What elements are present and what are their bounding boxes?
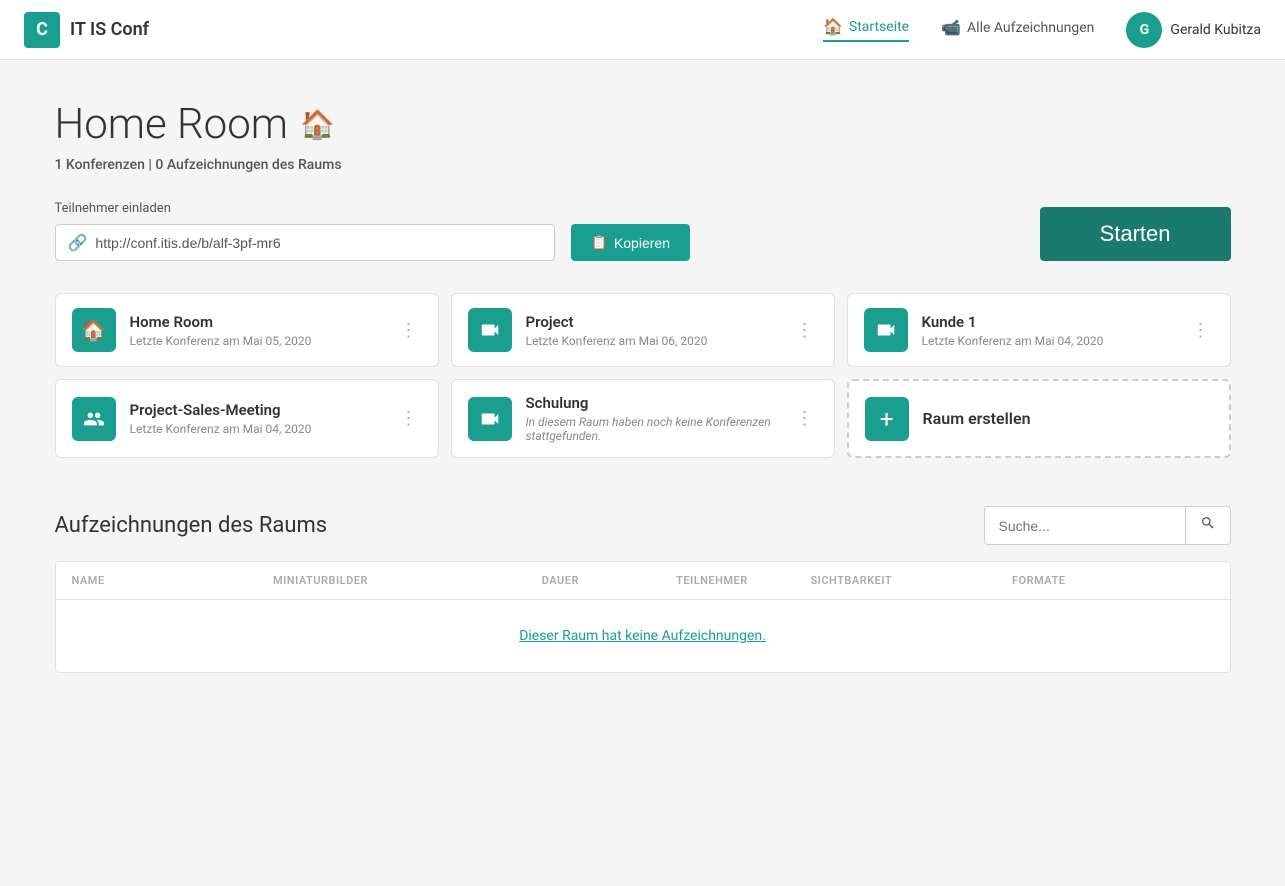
room-menu-project[interactable]: ⋮ [792,316,818,345]
page-subtitle: 1 Konferenzen | 0 Aufzeichnungen des Rau… [55,157,1231,173]
copy-icon: 📋 [591,234,608,251]
room-icon-sales [72,397,116,441]
copy-button[interactable]: 📋 Kopieren [571,224,690,261]
room-info-kunde1: Kunde 1 Letzte Konferenz am Mai 04, 2020 [922,313,1174,348]
room-menu-kunde1[interactable]: ⋮ [1188,316,1214,345]
table-header: NAME MINIATURBILDER DAUER TEILNEHMER SIC… [56,562,1230,600]
room-date-kunde1: Letzte Konferenz am Mai 04, 2020 [922,334,1174,348]
col-visibility: SICHTBARKEIT [810,574,1012,587]
navbar: C IT IS Conf 🏠 Startseite 📹 Alle Aufzeic… [0,0,1285,60]
room-info-home: Home Room Letzte Konferenz am Mai 05, 20… [130,313,382,348]
rooms-grid: 🏠 Home Room Letzte Konferenz am Mai 05, … [55,293,1231,458]
room-menu-schulung[interactable]: ⋮ [792,404,818,433]
room-icon-kunde1 [864,308,908,352]
main-content: Home Room 🏠 1 Konferenzen | 0 Aufzeichnu… [23,60,1263,705]
link-icon: 🔗 [68,233,88,252]
room-menu-sales[interactable]: ⋮ [396,404,422,433]
room-name-schulung: Schulung [526,394,778,412]
room-card-project[interactable]: Project Letzte Konferenz am Mai 06, 2020… [451,293,835,367]
brand[interactable]: C IT IS Conf [24,12,149,48]
invite-section: Teilnehmer einladen 🔗 📋 Kopieren Starten [55,201,1231,261]
nav-aufzeichnungen-label: Alle Aufzeichnungen [967,20,1094,36]
brand-name: IT IS Conf [70,19,149,40]
room-icon-project [468,308,512,352]
copy-label: Kopieren [614,235,670,251]
room-card-schulung[interactable]: Schulung In diesem Raum haben noch keine… [451,379,835,458]
col-name: NAME [72,574,274,587]
page-title-row: Home Room 🏠 [55,100,1231,149]
create-room-label: Raum erstellen [923,409,1031,428]
video-nav-icon: 📹 [941,18,961,37]
invite-url-input[interactable] [95,235,541,251]
col-thumbnails: MINIATURBILDER [273,574,542,587]
recordings-title: Aufzeichnungen des Raums [55,513,328,538]
page-header: Home Room 🏠 1 Konferenzen | 0 Aufzeichnu… [55,100,1231,173]
search-button[interactable] [1185,507,1230,544]
col-formats: FORMATE [1012,574,1214,587]
search-wrap [984,506,1231,545]
room-icon-schulung [468,397,512,441]
nav-startseite[interactable]: 🏠 Startseite [823,17,909,42]
room-card-home-room[interactable]: 🏠 Home Room Letzte Konferenz am Mai 05, … [55,293,439,367]
invite-input-wrap: 🔗 [55,224,555,261]
room-menu-home[interactable]: ⋮ [396,316,422,345]
create-room-card[interactable]: + Raum erstellen [847,379,1231,458]
room-icon-home: 🏠 [72,308,116,352]
recordings-header: Aufzeichnungen des Raums [55,506,1231,545]
room-date-sales: Letzte Konferenz am Mai 04, 2020 [130,422,382,436]
col-duration: DAUER [542,574,676,587]
col-participants: TEILNEHMER [676,574,810,587]
search-input[interactable] [985,510,1185,542]
home-nav-icon: 🏠 [823,17,843,36]
user-menu[interactable]: G Gerald Kubitza [1126,12,1261,48]
room-name-sales: Project-Sales-Meeting [130,401,382,419]
user-name-label: Gerald Kubitza [1170,22,1261,38]
room-name-home: Home Room [130,313,382,331]
navbar-nav: 🏠 Startseite 📹 Alle Aufzeichnungen G Ger… [823,12,1261,48]
room-date-home: Letzte Konferenz am Mai 05, 2020 [130,334,382,348]
room-card-sales[interactable]: Project-Sales-Meeting Letzte Konferenz a… [55,379,439,458]
room-date-schulung: In diesem Raum haben noch keine Konferen… [526,415,778,443]
invite-left: Teilnehmer einladen 🔗 [55,201,555,261]
recordings-table: NAME MINIATURBILDER DAUER TEILNEHMER SIC… [55,561,1231,673]
nav-startseite-label: Startseite [849,19,909,35]
room-info-sales: Project-Sales-Meeting Letzte Konferenz a… [130,401,382,436]
room-home-icon: 🏠 [300,108,335,141]
brand-logo: C [24,12,60,48]
page-title: Home Room [55,100,288,149]
room-info-project: Project Letzte Konferenz am Mai 06, 2020 [526,313,778,348]
room-name-kunde1: Kunde 1 [922,313,1174,331]
room-card-kunde1[interactable]: Kunde 1 Letzte Konferenz am Mai 04, 2020… [847,293,1231,367]
invite-label: Teilnehmer einladen [55,201,555,216]
table-empty-message: Dieser Raum hat keine Aufzeichnungen. [56,600,1230,672]
user-avatar: G [1126,12,1162,48]
start-button[interactable]: Starten [1040,207,1231,261]
create-room-icon: + [865,397,909,441]
nav-aufzeichnungen[interactable]: 📹 Alle Aufzeichnungen [941,18,1094,41]
room-info-schulung: Schulung In diesem Raum haben noch keine… [526,394,778,443]
recordings-section: Aufzeichnungen des Raums NAME MINIATURBI… [55,506,1231,673]
room-date-project: Letzte Konferenz am Mai 06, 2020 [526,334,778,348]
room-name-project: Project [526,313,778,331]
